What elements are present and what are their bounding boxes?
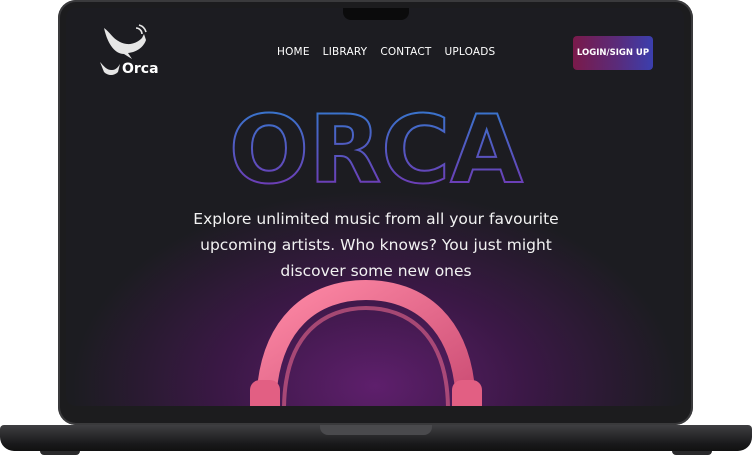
nav-uploads[interactable]: UPLOADS [445, 46, 496, 58]
laptop-screen: Orca HOME LIBRARY CONTACT UPLOADS LOGIN/… [66, 8, 684, 406]
hero-title-text: ORCA [229, 96, 523, 196]
nav-contact[interactable]: CONTACT [380, 46, 431, 58]
brand-name: Orca [122, 61, 159, 77]
laptop-foot-right [672, 451, 712, 455]
headphones-image [250, 280, 482, 406]
login-signup-button[interactable]: LOGIN/SIGN UP [573, 36, 653, 70]
laptop-opening-notch [320, 425, 432, 435]
hero-tagline: Explore unlimited music from all your fa… [193, 210, 559, 280]
hero-title: ORCA [228, 96, 524, 196]
laptop-foot-left [40, 451, 80, 455]
camera-notch [343, 8, 409, 20]
nav-library[interactable]: LIBRARY [323, 46, 368, 58]
main-nav: HOME LIBRARY CONTACT UPLOADS [277, 46, 495, 58]
nav-home[interactable]: HOME [277, 46, 310, 58]
